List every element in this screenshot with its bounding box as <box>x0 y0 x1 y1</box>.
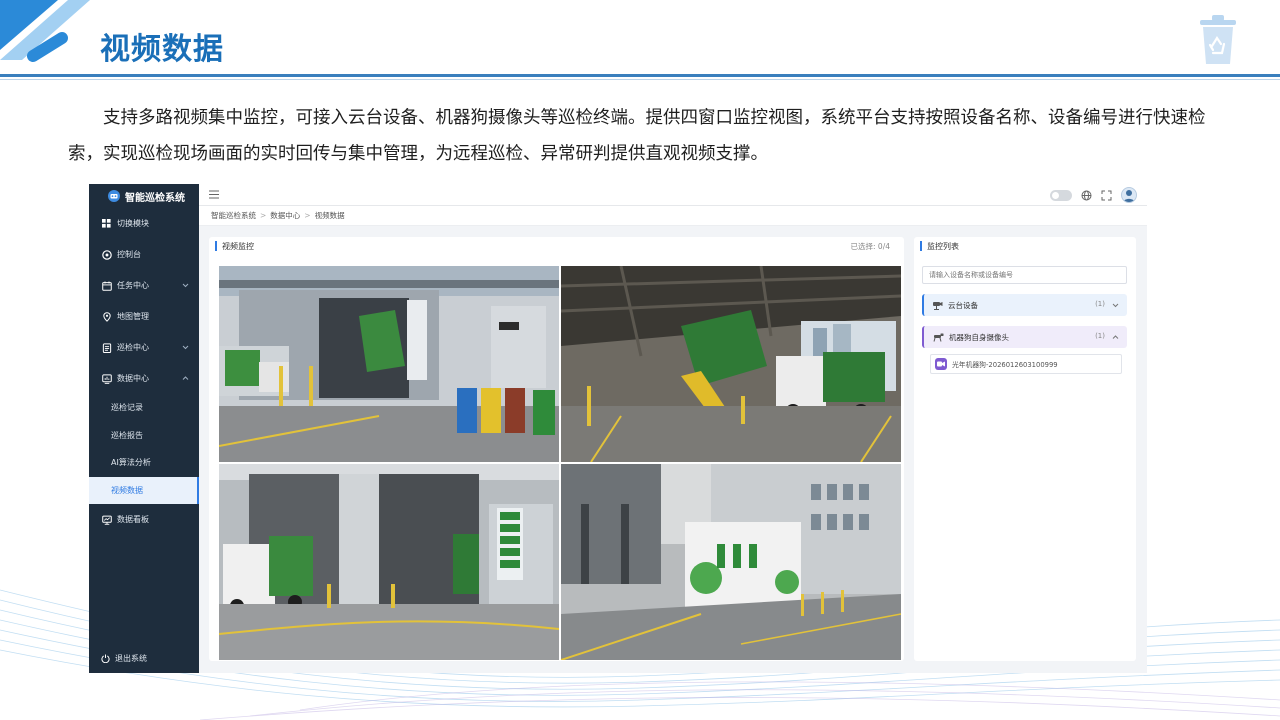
video-cell-1[interactable] <box>219 266 559 462</box>
chevron-up-icon <box>1112 335 1119 339</box>
menu-toggle-icon[interactable] <box>209 190 219 199</box>
group-count: (1) <box>1095 332 1105 340</box>
chevron-down-icon <box>182 345 189 350</box>
video-feed-4 <box>561 464 901 660</box>
sidebar-item-label: 数据看板 <box>117 515 149 524</box>
sidebar-item-console[interactable]: 控制台 <box>89 239 199 270</box>
sidebar-item-inspection-center[interactable]: 巡检中心 <box>89 332 199 363</box>
header-rule <box>0 74 1280 77</box>
app-screenshot: 智能巡检系统 切换模块 控制台 任务中心 地图管理 巡检中心 数据中心 巡检记录… <box>89 184 1147 673</box>
breadcrumb-separator: > <box>304 211 311 220</box>
grid-icon <box>101 218 112 229</box>
group-count: (1) <box>1095 300 1105 308</box>
topbar <box>199 184 1147 206</box>
panel-header: 监控列表 <box>914 237 1136 255</box>
map-pin-icon <box>101 311 112 322</box>
device-camera-icon <box>935 358 947 370</box>
chevron-up-icon <box>182 376 189 380</box>
avatar[interactable] <box>1121 187 1137 203</box>
robot-logo-icon <box>108 190 120 202</box>
dashboard-icon <box>101 249 112 260</box>
panel-title: 监控列表 <box>927 241 959 251</box>
sidebar-item-map[interactable]: 地图管理 <box>89 301 199 332</box>
slide-header: 视频数据 <box>0 0 1280 80</box>
sidebar-item-label: 控制台 <box>117 250 141 259</box>
fullscreen-icon[interactable] <box>1101 190 1112 201</box>
chevron-down-icon <box>182 283 189 288</box>
video-feed-2 <box>561 266 901 462</box>
robot-dog-icon <box>933 333 944 342</box>
chart-icon <box>101 373 112 384</box>
sidebar-item-label: 地图管理 <box>117 312 149 321</box>
breadcrumb-separator: > <box>260 211 267 220</box>
panel-title: 视频监控 <box>222 241 254 251</box>
group-label: 云台设备 <box>948 300 978 310</box>
logout-button[interactable]: 退出系统 <box>89 645 199 671</box>
video-cell-3[interactable] <box>219 464 559 660</box>
group-label: 机器狗自身摄像头 <box>949 332 1009 342</box>
video-feed-3 <box>219 464 559 660</box>
logout-label: 退出系统 <box>115 653 147 663</box>
breadcrumb-item[interactable]: 智能巡检系统 <box>211 210 256 221</box>
header-rule-thin <box>0 79 1280 80</box>
monitor-icon <box>101 514 112 525</box>
topbar-actions <box>1050 186 1137 204</box>
sidebar-item-data-center[interactable]: 数据中心 <box>89 363 199 394</box>
accent-bar <box>920 241 922 251</box>
sidebar-subitem-video-data[interactable]: 视频数据 <box>89 476 199 504</box>
sidebar-item-label: 任务中心 <box>117 281 149 290</box>
sidebar-item-task-center[interactable]: 任务中心 <box>89 270 199 301</box>
breadcrumb-item[interactable]: 数据中心 <box>270 210 300 221</box>
sidebar: 智能巡检系统 切换模块 控制台 任务中心 地图管理 巡检中心 数据中心 巡检记录… <box>89 184 199 673</box>
video-monitor-panel: 视频监控 已选择: 0/4 <box>209 237 904 661</box>
breadcrumb-item-current: 视频数据 <box>314 211 345 220</box>
slide-body: 支持多路视频集中监控，可接入云台设备、机器狗摄像头等巡检终端。提供四窗口监控视图… <box>68 100 1218 172</box>
panel-header: 视频监控 已选择: 0/4 <box>209 237 904 255</box>
video-cell-2[interactable] <box>561 266 901 462</box>
chevron-down-icon <box>1112 303 1119 308</box>
group-robot-dog-cameras[interactable]: 机器狗自身摄像头 (1) <box>922 326 1127 348</box>
calendar-icon <box>101 280 112 291</box>
ptz-camera-icon <box>933 302 943 310</box>
sidebar-item-data-board[interactable]: 数据看板 <box>89 504 199 535</box>
video-grid <box>219 266 902 660</box>
theme-toggle[interactable] <box>1050 189 1072 201</box>
brand: 智能巡检系统 <box>89 184 199 208</box>
breadcrumb: 智能巡检系统 > 数据中心 > 视频数据 <box>199 206 1147 226</box>
sidebar-subitem-ai-analysis[interactable]: AI算法分析 <box>89 449 199 477</box>
video-feed-1 <box>219 266 559 462</box>
sidebar-item-label: 切换模块 <box>117 219 149 228</box>
corner-stripes-decoration <box>0 0 90 62</box>
sidebar-item-label: 数据中心 <box>117 374 149 383</box>
monitor-list-panel: 监控列表 云台设备 (1) 机器狗自身摄像头 (1) 光年机器狗-2026012… <box>914 237 1136 661</box>
sidebar-subitem-inspection-records[interactable]: 巡检记录 <box>89 394 199 422</box>
recycle-bin-icon <box>1200 15 1236 64</box>
sidebar-item-label: 巡检中心 <box>117 343 149 352</box>
globe-icon[interactable] <box>1081 190 1092 201</box>
slide-paragraph: 支持多路视频集中监控，可接入云台设备、机器狗摄像头等巡检终端。提供四窗口监控视图… <box>68 108 1206 164</box>
device-item[interactable]: 光年机器狗-2026012603100999 <box>930 354 1122 374</box>
device-search-input[interactable] <box>922 266 1127 284</box>
brand-name: 智能巡检系统 <box>125 192 185 204</box>
clipboard-icon <box>101 342 112 353</box>
accent-bar <box>215 241 217 251</box>
user-avatar-icon <box>1123 190 1135 202</box>
slide-title: 视频数据 <box>100 32 224 67</box>
sidebar-subitem-inspection-reports[interactable]: 巡检报告 <box>89 422 199 450</box>
group-ptz-devices[interactable]: 云台设备 (1) <box>922 294 1127 316</box>
selected-count: 已选择: 0/4 <box>850 242 890 251</box>
sidebar-item-switch-module[interactable]: 切换模块 <box>89 208 199 239</box>
video-cell-4[interactable] <box>561 464 901 660</box>
device-label: 光年机器狗-2026012603100999 <box>952 361 1058 369</box>
power-icon <box>101 654 110 663</box>
